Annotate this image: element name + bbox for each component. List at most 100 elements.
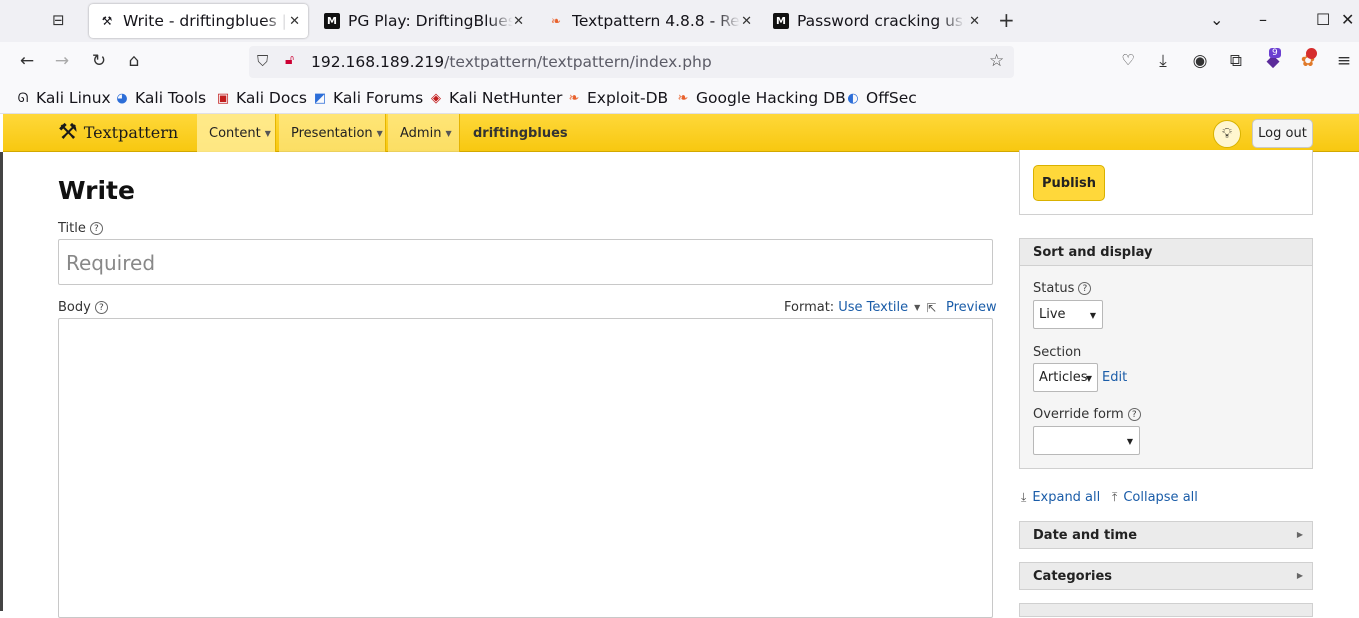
status-select[interactable]: Live ▼ (1033, 300, 1103, 329)
status-label-row: Status ? (1033, 281, 1092, 296)
minimize-icon[interactable]: – (1259, 10, 1267, 29)
title-label-row: Title ? (58, 221, 103, 236)
bookmark-label: Exploit-DB (587, 89, 669, 107)
caret-down-icon[interactable]: ▼ (914, 303, 920, 312)
menu-content[interactable]: Content ▼ (197, 114, 276, 152)
home-icon[interactable]: ⌂ (123, 51, 145, 71)
format-select[interactable]: Use Textile (838, 300, 908, 315)
help-icon[interactable]: ? (1078, 282, 1092, 295)
medium-favicon-icon: M (773, 13, 789, 29)
help-icon[interactable]: ? (89, 222, 103, 235)
menu-admin[interactable]: Admin ▼ (388, 114, 460, 152)
bookmark-exploit-db[interactable]: ❧ Exploit-DB (566, 89, 669, 107)
close-tab-icon[interactable]: ✕ (969, 14, 980, 29)
close-tab-icon[interactable]: ✕ (741, 14, 752, 29)
bookmark-label: Google Hacking DB (696, 89, 846, 107)
bookmark-kali-tools[interactable]: ◕ Kali Tools (114, 89, 206, 107)
textpattern-header: ⚒ Textpattern Content ▼ Presentation ▼ Adm… (3, 114, 1359, 152)
forward-icon[interactable]: → (51, 51, 73, 71)
collapse-all-link[interactable]: ⤒ Collapse all (1112, 490, 1198, 505)
maximize-icon[interactable]: ☐ (1316, 10, 1330, 29)
kali-dragon-icon: ᘏ (17, 90, 29, 106)
menu-icon[interactable]: ≡ (1333, 51, 1355, 71)
pocket-icon[interactable]: ♡ (1117, 51, 1139, 69)
back-icon[interactable]: ← (16, 51, 38, 71)
bookmark-kali-forums[interactable]: ◩ Kali Forums (312, 89, 423, 107)
collapse-icon: ⤒ (1112, 490, 1118, 504)
download-icon[interactable]: ⤓ (1152, 51, 1174, 71)
url-path: /textpattern/textpattern/index.php (444, 53, 712, 71)
publish-button[interactable]: Publish (1033, 165, 1105, 201)
categories-panel[interactable]: Categories ▶ (1019, 562, 1313, 590)
extensions-icon[interactable]: ⧉ (1225, 51, 1247, 71)
kali-tools-icon: ◕ (116, 90, 128, 106)
site-link[interactable]: driftingblues (473, 126, 568, 141)
textpattern-logo[interactable]: ⚒ Textpattern (58, 120, 178, 145)
bookmark-label: Kali Forums (333, 89, 424, 107)
title-label: Title (58, 221, 86, 236)
tab-list-icon[interactable]: ⊟ (52, 11, 65, 29)
menu-label: Content (209, 125, 261, 141)
bookmark-kali-docs[interactable]: ▣ Kali Docs (215, 89, 307, 107)
tab-write[interactable]: ⚒ Write - driftingblues | Te ✕ (89, 4, 308, 38)
reload-icon[interactable]: ↻ (88, 51, 110, 71)
sort-and-display-heading[interactable]: Sort and display (1020, 239, 1312, 266)
tab-pg-play[interactable]: M PG Play: DriftingBlues6 ✕ (314, 4, 532, 38)
close-tab-icon[interactable]: ✕ (513, 14, 524, 29)
section-label: Section (1033, 345, 1082, 360)
url-text[interactable]: 192.168.189.219/textpattern/textpattern/… (311, 53, 712, 71)
logout-button[interactable]: Log out (1252, 119, 1313, 148)
bookmark-kali-linux[interactable]: ᘏ Kali Linux (15, 89, 111, 107)
bookmark-kali-nethunter[interactable]: ◈ Kali NetHunter (428, 89, 562, 107)
format-row: Format: Use Textile ▼ ⇱ (784, 300, 936, 315)
kali-nethunter-icon: ◈ (431, 90, 441, 106)
override-form-label: Override form (1033, 407, 1124, 422)
caret-down-icon: ▼ (1126, 437, 1133, 446)
body-textarea[interactable] (58, 318, 993, 618)
chevron-down-icon[interactable]: ⌄ (1210, 10, 1223, 29)
menu-label: Presentation (291, 125, 373, 141)
date-and-time-panel[interactable]: Date and time ▶ (1019, 521, 1313, 549)
next-panel[interactable] (1019, 603, 1313, 617)
bookmark-offsec[interactable]: ◐ OffSec (845, 89, 917, 107)
kali-forums-icon: ◩ (313, 90, 327, 106)
tab-password-cracking[interactable]: M Password cracking using ✕ (763, 4, 988, 38)
bookmark-star-icon[interactable]: ☆ (989, 51, 1004, 71)
panel-title: Date and time (1033, 528, 1138, 543)
bookmark-label: Kali Linux (36, 89, 111, 107)
help-icon[interactable]: ? (94, 301, 108, 314)
bookmark-label: OffSec (866, 89, 917, 107)
insecure-lock-icon[interactable]: 🔓︎ (285, 52, 294, 68)
menu-presentation[interactable]: Presentation ▼ (279, 114, 386, 152)
bookmark-google-hacking-db[interactable]: ❧ Google Hacking DB (675, 89, 846, 107)
override-form-select[interactable]: ▼ (1033, 426, 1140, 455)
url-bar[interactable]: ⛉ 🔓︎ 192.168.189.219/textpattern/textpat… (249, 46, 1014, 78)
hammer-icon: ⚒ (58, 120, 78, 145)
account-icon[interactable]: ◉ (1189, 51, 1211, 71)
external-link-icon[interactable]: ⇱ (926, 301, 936, 315)
body-label: Body (58, 300, 91, 315)
close-tab-icon[interactable]: ✕ (289, 14, 300, 29)
preview-link[interactable]: Preview (946, 300, 997, 315)
tab-label: PG Play: DriftingBlues6 (348, 12, 513, 30)
bookmark-label: Kali Tools (135, 89, 207, 107)
caret-down-icon: ▼ (376, 128, 383, 138)
close-window-icon[interactable]: ✕ (1341, 10, 1354, 29)
caret-down-icon: ▼ (1085, 374, 1092, 383)
shield-icon[interactable]: ⛉ (257, 52, 268, 70)
url-host: 192.168.189.219 (311, 53, 445, 71)
tab-textpattern-exploit[interactable]: ❧ Textpattern 4.8.8 - Remo ✕ (538, 4, 760, 38)
section-edit-link[interactable]: Edit (1102, 370, 1127, 385)
help-icon[interactable]: ? (1127, 408, 1141, 421)
tab-label: Textpattern 4.8.8 - Remo (572, 12, 740, 30)
section-select[interactable]: Articles ▼ (1033, 363, 1098, 392)
expand-all-label: Expand all (1032, 490, 1101, 505)
title-input[interactable]: Required (58, 239, 993, 285)
lightbulb-icon[interactable]: 💡︎ (1213, 120, 1241, 148)
exploit-db-favicon-icon: ❧ (550, 14, 562, 28)
expand-all-link[interactable]: ⤓ Expand all (1021, 490, 1100, 505)
caret-right-icon: ▶ (1296, 530, 1303, 539)
new-tab-icon[interactable]: + (998, 8, 1015, 32)
bookmarks-bar: ᘏ Kali Linux ◕ Kali Tools ▣ Kali Docs ◩ Kali… (0, 82, 1359, 114)
override-label-row: Override form ? (1033, 407, 1141, 422)
